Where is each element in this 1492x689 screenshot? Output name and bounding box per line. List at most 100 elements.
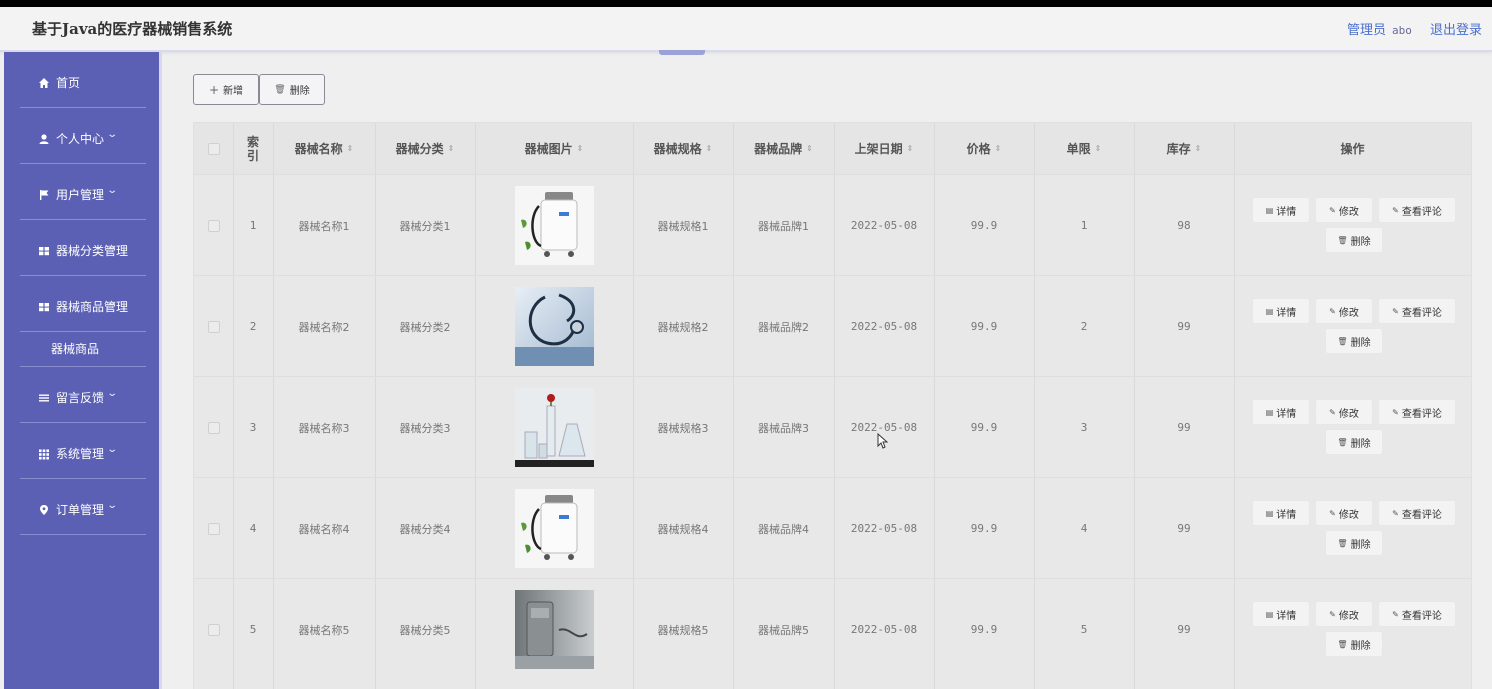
sort-icon[interactable]: ⇕ xyxy=(577,144,584,153)
sidebar-item-content: 用户管理 xyxy=(38,186,104,203)
row-checkbox[interactable] xyxy=(207,421,220,434)
column-header-limit[interactable]: 单限 ⇕ xyxy=(1034,123,1134,174)
cell-image xyxy=(475,377,633,478)
view-reviews-button-label: 查看评论 xyxy=(1401,610,1442,622)
column-header-actions: 操作 xyxy=(1234,123,1471,174)
sidebar-item-6[interactable]: 系统管理 ⌄ xyxy=(20,423,146,479)
column-header-name[interactable]: 器械名称 ⇕ xyxy=(273,123,375,174)
view-reviews-button[interactable]: ✎ 查看评论 xyxy=(1378,399,1456,425)
row-delete-button[interactable]: 🗑 删除 xyxy=(1325,227,1383,253)
edit-button[interactable]: ✎ 修改 xyxy=(1315,197,1373,223)
edit-button[interactable]: ✎ 修改 xyxy=(1315,601,1373,627)
row-checkbox[interactable] xyxy=(207,522,220,535)
select-all-checkbox[interactable] xyxy=(207,142,220,155)
column-header-label: 操作 xyxy=(1340,142,1365,156)
edit-button[interactable]: ✎ 修改 xyxy=(1315,500,1373,526)
document-icon: ▤ xyxy=(1265,205,1274,215)
edit-button-label: 修改 xyxy=(1338,408,1359,420)
cell-index: 3 xyxy=(249,421,257,434)
row-delete-button[interactable]: 🗑 删除 xyxy=(1325,328,1383,354)
view-reviews-button[interactable]: ✎ 查看评论 xyxy=(1378,197,1456,223)
chevron-down-icon: ⌄ xyxy=(106,129,119,140)
row-checkbox[interactable] xyxy=(207,320,220,333)
column-header-category[interactable]: 器械分类 ⇕ xyxy=(375,123,475,174)
sort-icon[interactable]: ⇕ xyxy=(1095,144,1102,153)
edit-button[interactable]: ✎ 修改 xyxy=(1315,399,1373,425)
row-delete-button-label: 删除 xyxy=(1350,337,1371,349)
sort-icon[interactable]: ⇕ xyxy=(907,144,914,153)
home-icon xyxy=(38,77,50,89)
detail-button[interactable]: ▤ 详情 xyxy=(1252,500,1310,526)
cell-limit: 1 xyxy=(1080,219,1088,232)
row-checkbox[interactable] xyxy=(207,623,220,636)
column-header-label: 上架日期 xyxy=(854,142,903,156)
detail-button[interactable]: ▤ 详情 xyxy=(1252,399,1310,425)
top-bar: 基于Java的医疗器械销售系统 管理员 abo 退出登录 xyxy=(0,7,1492,52)
row-delete-button[interactable]: 🗑 删除 xyxy=(1325,631,1383,657)
row-delete-button[interactable]: 🗑 删除 xyxy=(1325,429,1383,455)
edit-button-label: 修改 xyxy=(1338,509,1359,521)
column-header-price[interactable]: 价格 ⇕ xyxy=(934,123,1034,174)
add-button[interactable]: + 新增 xyxy=(193,74,259,105)
cell-name: 器械名称5 xyxy=(298,623,350,637)
edit-button-label: 修改 xyxy=(1338,610,1359,622)
username: abo xyxy=(1391,24,1412,37)
product-image[interactable] xyxy=(514,388,594,467)
delete-button[interactable]: 🗑 删除 xyxy=(259,74,325,105)
sidebar-item-content: 首页 xyxy=(38,74,80,91)
table-row: 5 器械名称5 器械分类5 器械规格5 器械品牌5 2022-05-08 99.9 5 99 ▤ 详… xyxy=(194,578,1471,680)
sidebar-item-7[interactable]: 订单管理 ⌄ xyxy=(20,479,146,535)
sidebar-item-content: 订单管理 xyxy=(38,501,104,518)
sidebar-item-label: 个人中心 xyxy=(56,132,105,146)
sort-icon[interactable]: ⇕ xyxy=(706,144,713,153)
cell-limit: 4 xyxy=(1080,522,1088,535)
column-header-spec[interactable]: 器械规格 ⇕ xyxy=(633,123,733,174)
sort-icon[interactable]: ⇕ xyxy=(448,144,455,153)
column-header-date[interactable]: 上架日期 ⇕ xyxy=(834,123,934,174)
sidebar-item-2[interactable]: 用户管理 ⌄ xyxy=(20,164,146,220)
sidebar-item-5[interactable]: 留言反馈 ⌄ xyxy=(20,367,146,423)
column-header-check[interactable] xyxy=(194,123,233,174)
cell-actions: ▤ 详情 ✎ 修改 ✎ 查看评论 🗑 删除 xyxy=(1234,478,1471,579)
cell-name: 器械名称2 xyxy=(298,320,350,334)
sort-icon[interactable]: ⇕ xyxy=(347,144,354,153)
sidebar-item-1[interactable]: 个人中心 ⌄ xyxy=(20,108,146,164)
detail-button[interactable]: ▤ 详情 xyxy=(1252,601,1310,627)
detail-button-label: 详情 xyxy=(1276,509,1297,521)
view-reviews-button[interactable]: ✎ 查看评论 xyxy=(1378,500,1456,526)
sidebar-item-4[interactable]: 器械商品管理 ⌄ xyxy=(20,276,146,332)
sidebar-item-0[interactable]: 首页 xyxy=(20,52,146,108)
sort-icon[interactable]: ⇕ xyxy=(1195,144,1202,153)
cell-actions: ▤ 详情 ✎ 修改 ✎ 查看评论 🗑 删除 xyxy=(1234,175,1471,276)
column-header-stock[interactable]: 库存 ⇕ xyxy=(1134,123,1234,174)
sort-icon[interactable]: ⇕ xyxy=(995,144,1002,153)
cell-index: 4 xyxy=(249,522,257,535)
cell-date: 2022-05-08 xyxy=(850,421,918,434)
table-row: 1 器械名称1 器械分类1 器械规格1 器械品牌1 2022-05-08 99.9 1 98 ▤ 详… xyxy=(194,174,1471,276)
column-header-image[interactable]: 器械图片 ⇕ xyxy=(475,123,633,174)
product-image[interactable] xyxy=(514,287,594,366)
product-image[interactable] xyxy=(514,590,594,669)
view-reviews-button[interactable]: ✎ 查看评论 xyxy=(1378,298,1456,324)
edit-button[interactable]: ✎ 修改 xyxy=(1315,298,1373,324)
logout-link[interactable]: 退出登录 xyxy=(1430,23,1482,38)
cell-stock: 99 xyxy=(1177,623,1191,636)
detail-button[interactable]: ▤ 详情 xyxy=(1252,298,1310,324)
column-header-label: 库存 xyxy=(1166,142,1191,156)
row-delete-button-label: 删除 xyxy=(1350,236,1371,248)
product-image[interactable] xyxy=(514,186,594,265)
view-reviews-button[interactable]: ✎ 查看评论 xyxy=(1378,601,1456,627)
column-header-brand[interactable]: 器械品牌 ⇕ xyxy=(733,123,834,174)
product-image[interactable] xyxy=(514,489,594,568)
cell-price: 99.9 xyxy=(970,522,998,535)
row-checkbox[interactable] xyxy=(207,219,220,232)
sidebar-item-3[interactable]: 器械分类管理 ⌄ xyxy=(20,220,146,276)
trash-icon: 🗑 xyxy=(274,84,286,95)
sort-icon[interactable]: ⇕ xyxy=(806,144,813,153)
column-header-label: 器械品牌 xyxy=(754,142,803,156)
location-pin-icon xyxy=(38,504,50,516)
sidebar-subitem-products[interactable]: 器械商品 xyxy=(20,332,146,367)
detail-button[interactable]: ▤ 详情 xyxy=(1252,197,1310,223)
cell-check xyxy=(194,175,233,276)
row-delete-button[interactable]: 🗑 删除 xyxy=(1325,530,1383,556)
